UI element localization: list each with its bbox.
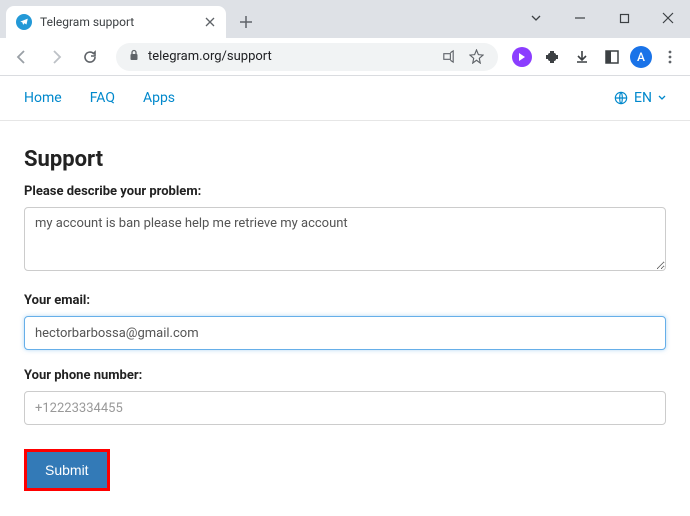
page-content: Home FAQ Apps EN Support Please describe… [0, 76, 690, 516]
submit-button[interactable]: Submit [27, 452, 107, 488]
bookmark-icon[interactable] [466, 49, 486, 64]
browser-menu-icon[interactable] [658, 45, 682, 69]
avatar-letter: A [637, 50, 645, 64]
email-input[interactable] [24, 316, 666, 350]
back-button[interactable] [8, 43, 36, 71]
browser-toolbar: telegram.org/support A [0, 38, 690, 76]
phone-input[interactable] [24, 391, 666, 425]
share-icon[interactable] [438, 49, 458, 64]
email-label: Your email: [24, 293, 666, 308]
side-panel-icon[interactable] [600, 45, 624, 69]
submit-highlight: Submit [24, 449, 110, 491]
nav-faq[interactable]: FAQ [90, 90, 115, 106]
close-tab-icon[interactable] [204, 16, 216, 28]
problem-textarea[interactable] [24, 207, 666, 271]
browser-tab[interactable]: Telegram support [6, 6, 226, 38]
play-extension-icon[interactable] [510, 45, 534, 69]
page-title: Support [24, 147, 666, 172]
profile-avatar[interactable]: A [630, 46, 652, 68]
url-text: telegram.org/support [148, 49, 430, 64]
tab-search-icon[interactable] [514, 4, 558, 32]
maximize-button[interactable] [602, 4, 646, 32]
new-tab-button[interactable] [232, 8, 260, 36]
address-bar[interactable]: telegram.org/support [116, 43, 498, 71]
phone-label: Your phone number: [24, 368, 666, 383]
close-window-button[interactable] [646, 4, 690, 32]
minimize-button[interactable] [558, 4, 602, 32]
reload-button[interactable] [76, 43, 104, 71]
nav-home[interactable]: Home [24, 90, 62, 106]
forward-button[interactable] [42, 43, 70, 71]
downloads-icon[interactable] [570, 45, 594, 69]
telegram-favicon [16, 14, 32, 30]
language-selector[interactable]: EN [614, 90, 666, 106]
nav-apps[interactable]: Apps [143, 90, 175, 106]
tab-title: Telegram support [40, 15, 196, 29]
lock-icon [128, 49, 140, 64]
site-nav: Home FAQ Apps [24, 90, 175, 106]
globe-icon [614, 91, 628, 105]
extensions-icon[interactable] [540, 45, 564, 69]
problem-label: Please describe your problem: [24, 184, 666, 199]
site-header: Home FAQ Apps EN [0, 76, 690, 121]
chevron-down-icon [658, 95, 666, 101]
lang-label: EN [634, 90, 652, 106]
browser-titlebar: Telegram support [0, 0, 690, 38]
